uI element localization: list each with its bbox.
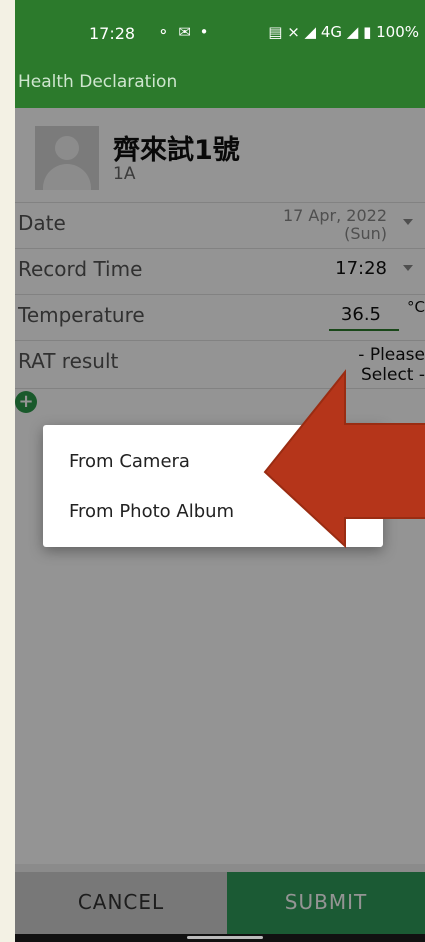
bottom-button-bar: CANCEL SUBMIT (15, 872, 425, 934)
status-time: 17:28 (89, 24, 136, 43)
submit-button[interactable]: SUBMIT (227, 872, 425, 934)
phone-screen: 17:28 ⚬ ✉ • ▤ ⨯ ◢ 4G ◢ ▮ 100% Health Dec… (15, 0, 425, 942)
from-camera-label: From Camera (69, 451, 190, 472)
cancel-button[interactable]: CANCEL (15, 872, 227, 934)
app-title: Health Declaration (18, 72, 178, 92)
annotation-arrow-icon (263, 369, 425, 549)
system-status-icons: ▤ ⨯ ◢ 4G ◢ ▮ 100% (268, 23, 419, 41)
home-handle[interactable] (187, 936, 263, 939)
status-bar: 17:28 ⚬ ✉ • ▤ ⨯ ◢ 4G ◢ ▮ 100% (15, 0, 425, 64)
app-bar: Health Declaration (15, 64, 425, 108)
system-navigation-bar (15, 934, 425, 942)
from-photo-album-label: From Photo Album (69, 501, 235, 522)
notification-icons: ⚬ ✉ • (157, 23, 211, 41)
